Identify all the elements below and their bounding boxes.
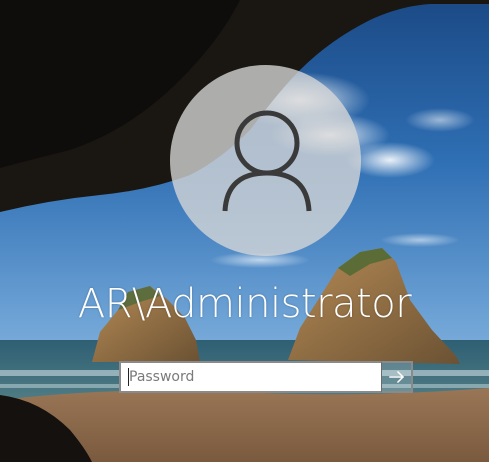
password-box bbox=[119, 361, 413, 393]
username-label: AR\Administrator bbox=[77, 281, 412, 327]
user-icon bbox=[222, 110, 312, 212]
text-caret bbox=[128, 368, 129, 386]
lock-screen: AR\Administrator bbox=[0, 0, 489, 462]
arrow-right-icon bbox=[388, 370, 404, 384]
password-input[interactable] bbox=[119, 361, 381, 393]
user-avatar bbox=[170, 65, 361, 256]
submit-button[interactable] bbox=[381, 361, 413, 393]
